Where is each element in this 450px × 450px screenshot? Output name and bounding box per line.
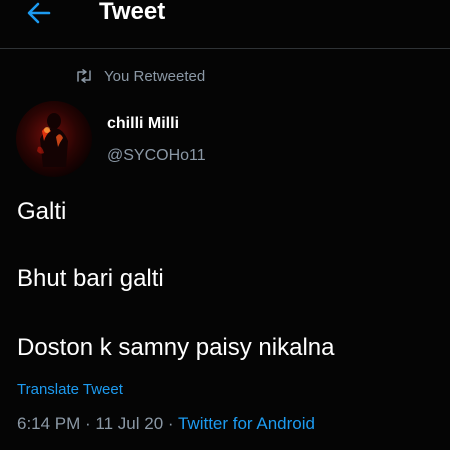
tweet-text-line: Doston k samny paisy nikalna xyxy=(17,334,335,361)
avatar[interactable] xyxy=(16,101,92,177)
back-button[interactable] xyxy=(22,0,56,26)
tweet-metadata: 6:14 PM · 11 Jul 20 · Twitter for Androi… xyxy=(17,414,315,434)
tweet-text-line: Bhut bari galti xyxy=(17,265,164,292)
top-app-bar: Tweet xyxy=(0,0,450,49)
tweet-source-link[interactable]: Twitter for Android xyxy=(178,414,315,433)
tweet-detail-screen: Tweet You Retweeted chilli Milli @SYCOHo… xyxy=(0,0,450,450)
tweet-date: 11 Jul 20 xyxy=(95,414,164,433)
separator-dot: · xyxy=(80,414,96,433)
author-handle[interactable]: @SYCOHo11 xyxy=(107,147,206,165)
separator-dot: · xyxy=(163,414,178,433)
retweet-icon xyxy=(77,69,91,83)
page-title: Tweet xyxy=(99,0,166,25)
author-display-name[interactable]: chilli Milli xyxy=(107,115,179,133)
translate-tweet-link[interactable]: Translate Tweet xyxy=(17,381,123,398)
arrow-left-icon xyxy=(27,2,51,24)
retweet-context: You Retweeted xyxy=(75,66,205,86)
tweet-time: 6:14 PM xyxy=(17,414,81,433)
avatar-image xyxy=(37,113,68,167)
retweet-context-label: You Retweeted xyxy=(104,67,206,85)
tweet-text-line: Galti xyxy=(17,198,67,225)
